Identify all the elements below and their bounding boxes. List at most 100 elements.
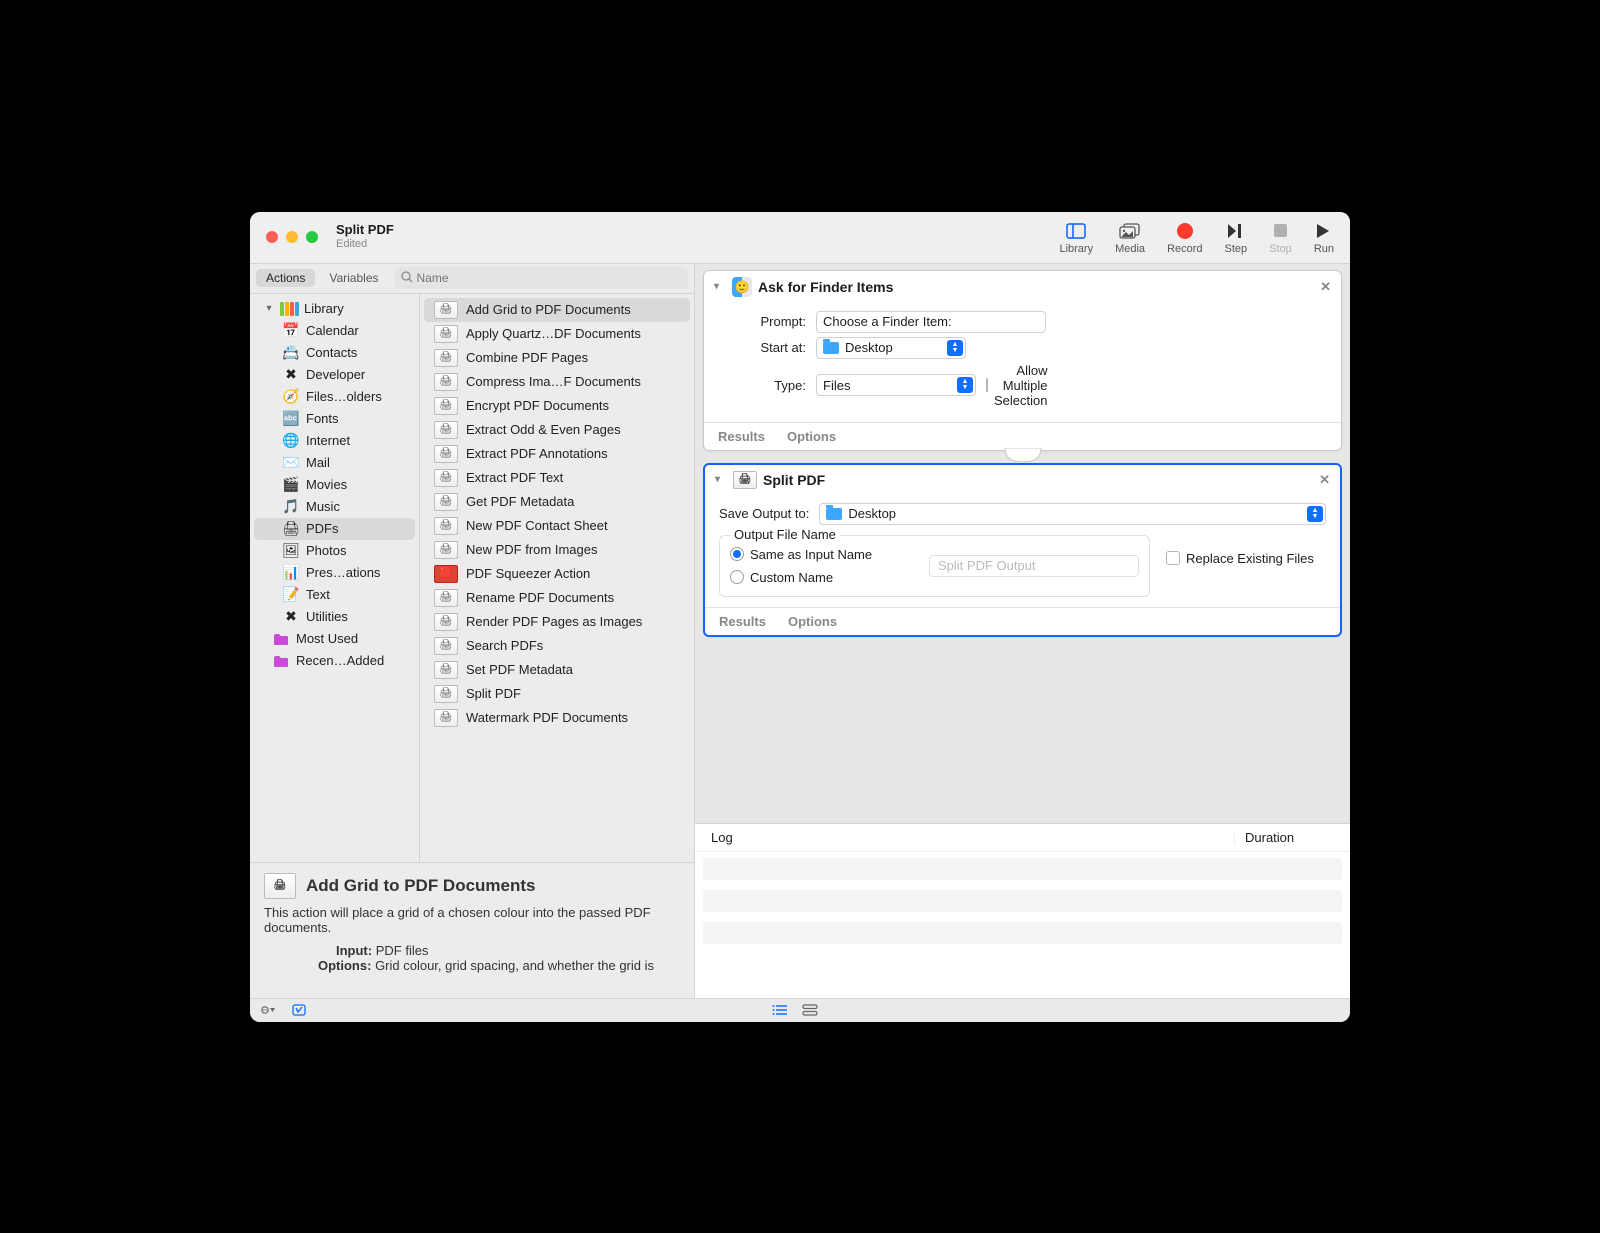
library-item[interactable]: 🌐Internet — [254, 430, 415, 452]
action-list-item[interactable]: 🖨Compress Ima…F Documents — [424, 370, 690, 394]
library-item[interactable]: ✉️Mail — [254, 452, 415, 474]
toolbar-record-button[interactable]: Record — [1167, 220, 1202, 255]
action-type-icon: 🖨 — [434, 517, 458, 535]
replace-existing-checkbox[interactable]: Replace Existing Files — [1166, 551, 1326, 566]
workflow-canvas[interactable]: ▾ 🙂 Ask for Finder Items ✕ Prompt: Choos… — [695, 264, 1350, 823]
category-icon: 🎵 — [282, 499, 300, 515]
close-icon[interactable]: ✕ — [1319, 472, 1330, 488]
prompt-input[interactable]: Choose a Finder Item: — [816, 311, 1046, 333]
library-item[interactable]: 📇Contacts — [254, 342, 415, 364]
allow-multiple-checkbox[interactable]: Allow Multiple Selection — [986, 363, 1046, 408]
library-item[interactable]: 🔤Fonts — [254, 408, 415, 430]
library-item[interactable]: 🎬Movies — [254, 474, 415, 496]
action-list-item[interactable]: 🖨New PDF Contact Sheet — [424, 514, 690, 538]
log-column-log[interactable]: Log — [711, 830, 1234, 845]
action-list-item[interactable]: 🖨Extract PDF Text — [424, 466, 690, 490]
action-search-field[interactable] — [395, 267, 689, 289]
toolbar-media-label: Media — [1115, 243, 1145, 255]
action-list-item[interactable]: 🖨Rename PDF Documents — [424, 586, 690, 610]
action-list-item[interactable]: 🖨Get PDF Metadata — [424, 490, 690, 514]
main-content: Actions Variables ▾ — [250, 264, 1350, 998]
variables-toggle-icon[interactable] — [290, 1003, 308, 1017]
action-list-item[interactable]: 🖨Watermark PDF Documents — [424, 706, 690, 730]
library-item[interactable]: 📊Pres…ations — [254, 562, 415, 584]
library-item[interactable]: ✖︎Utilities — [254, 606, 415, 628]
smart-folder-icon — [272, 653, 290, 669]
workflow-options-icon[interactable] — [260, 1003, 278, 1017]
action-list-item[interactable]: 🖨New PDF from Images — [424, 538, 690, 562]
step1-header[interactable]: ▾ 🙂 Ask for Finder Items ✕ — [704, 271, 1341, 303]
library-item[interactable]: 📅Calendar — [254, 320, 415, 342]
library-item-label: Movies — [306, 477, 347, 492]
tab-actions[interactable]: Actions — [256, 269, 315, 287]
library-item[interactable]: 🧭Files…olders — [254, 386, 415, 408]
type-select[interactable]: Files ▲▼ — [816, 374, 976, 396]
automator-window: Split PDF Edited Library Media Record — [250, 212, 1350, 1022]
log-column-duration[interactable]: Duration — [1234, 830, 1334, 845]
toolbar-step-button[interactable]: Step — [1225, 220, 1248, 255]
category-icon: 📇 — [282, 345, 300, 361]
chevron-down-icon[interactable]: ▾ — [714, 281, 726, 292]
description-title-text: Add Grid to PDF Documents — [306, 876, 536, 896]
step2-header[interactable]: ▾ 🖨 Split PDF ✕ — [705, 465, 1340, 495]
library-smart-folder[interactable]: Recen…Added — [254, 650, 415, 672]
printer-icon: 🖨 — [733, 471, 757, 489]
action-list-item[interactable]: 🖨Split PDF — [424, 682, 690, 706]
toolbar-stop-button[interactable]: Stop — [1269, 220, 1292, 255]
checkbox-icon — [1166, 551, 1180, 565]
step1-results-tab[interactable]: Results — [718, 429, 765, 444]
zoom-window-button[interactable] — [306, 231, 318, 243]
step2-options-tab[interactable]: Options — [788, 614, 837, 629]
library-tree[interactable]: ▾ Library 📅Calendar📇Contacts✖︎Developer🧭… — [250, 294, 420, 862]
tab-variables[interactable]: Variables — [319, 269, 388, 287]
step1-options-tab[interactable]: Options — [787, 429, 836, 444]
flow-view-icon[interactable] — [801, 1003, 819, 1017]
step2-title: Split PDF — [763, 472, 825, 488]
actions-list[interactable]: 🖨Add Grid to PDF Documents🖨Apply Quartz…… — [420, 294, 694, 862]
workflow-step-split-pdf[interactable]: ▾ 🖨 Split PDF ✕ Save Output to: Desktop … — [703, 463, 1342, 637]
statusbar-right — [771, 1003, 819, 1017]
radio-same-input[interactable]: Same as Input Name — [730, 547, 872, 562]
action-list-item[interactable]: 🖨Search PDFs — [424, 634, 690, 658]
action-list-item[interactable]: 🖨Add Grid to PDF Documents — [424, 298, 690, 322]
startat-select[interactable]: Desktop ▲▼ — [816, 337, 966, 359]
workflow-step-ask-finder[interactable]: ▾ 🙂 Ask for Finder Items ✕ Prompt: Choos… — [703, 270, 1342, 451]
minimize-window-button[interactable] — [286, 231, 298, 243]
library-item[interactable]: 🖼Photos — [254, 540, 415, 562]
close-window-button[interactable] — [266, 231, 278, 243]
action-search-input[interactable] — [417, 271, 683, 285]
radio-custom-name[interactable]: Custom Name — [730, 570, 872, 585]
prompt-value: Choose a Finder Item: — [823, 314, 952, 329]
action-list-item[interactable]: 🖨Combine PDF Pages — [424, 346, 690, 370]
action-type-icon: 🖨 — [434, 661, 458, 679]
right-pane: ▾ 🙂 Ask for Finder Items ✕ Prompt: Choos… — [695, 264, 1350, 998]
library-item[interactable]: ✖︎Developer — [254, 364, 415, 386]
action-type-icon: 🖨 — [434, 469, 458, 487]
action-list-item[interactable]: 🟥PDF Squeezer Action — [424, 562, 690, 586]
action-type-icon: 🖨 — [434, 373, 458, 391]
save-output-select[interactable]: Desktop ▲▼ — [819, 503, 1326, 525]
toolbar-media-button[interactable]: Media — [1115, 220, 1145, 255]
action-type-icon: 🟥 — [434, 565, 458, 583]
library-item[interactable]: 🎵Music — [254, 496, 415, 518]
save-value: Desktop — [848, 506, 896, 521]
library-item[interactable]: 📝Text — [254, 584, 415, 606]
toolbar-library-button[interactable]: Library — [1059, 220, 1093, 255]
toolbar-run-button[interactable]: Run — [1314, 220, 1334, 255]
action-list-item[interactable]: 🖨Encrypt PDF Documents — [424, 394, 690, 418]
action-list-item[interactable]: 🖨Render PDF Pages as Images — [424, 610, 690, 634]
chevron-down-icon[interactable]: ▾ — [715, 474, 727, 485]
library-smart-folder[interactable]: Most Used — [254, 628, 415, 650]
allow-multiple-label: Allow Multiple Selection — [994, 363, 1047, 408]
library-item[interactable]: 🖨PDFs — [254, 518, 415, 540]
action-list-item[interactable]: 🖨Extract PDF Annotations — [424, 442, 690, 466]
action-list-item[interactable]: 🖨Set PDF Metadata — [424, 658, 690, 682]
action-description-panel: 🖨 Add Grid to PDF Documents This action … — [250, 863, 694, 998]
action-list-item[interactable]: 🖨Apply Quartz…DF Documents — [424, 322, 690, 346]
step2-results-tab[interactable]: Results — [719, 614, 766, 629]
startat-label: Start at: — [746, 340, 806, 355]
action-list-item[interactable]: 🖨Extract Odd & Even Pages — [424, 418, 690, 442]
list-view-icon[interactable] — [771, 1003, 789, 1017]
library-root[interactable]: ▾ Library — [254, 298, 415, 320]
close-icon[interactable]: ✕ — [1320, 279, 1331, 295]
